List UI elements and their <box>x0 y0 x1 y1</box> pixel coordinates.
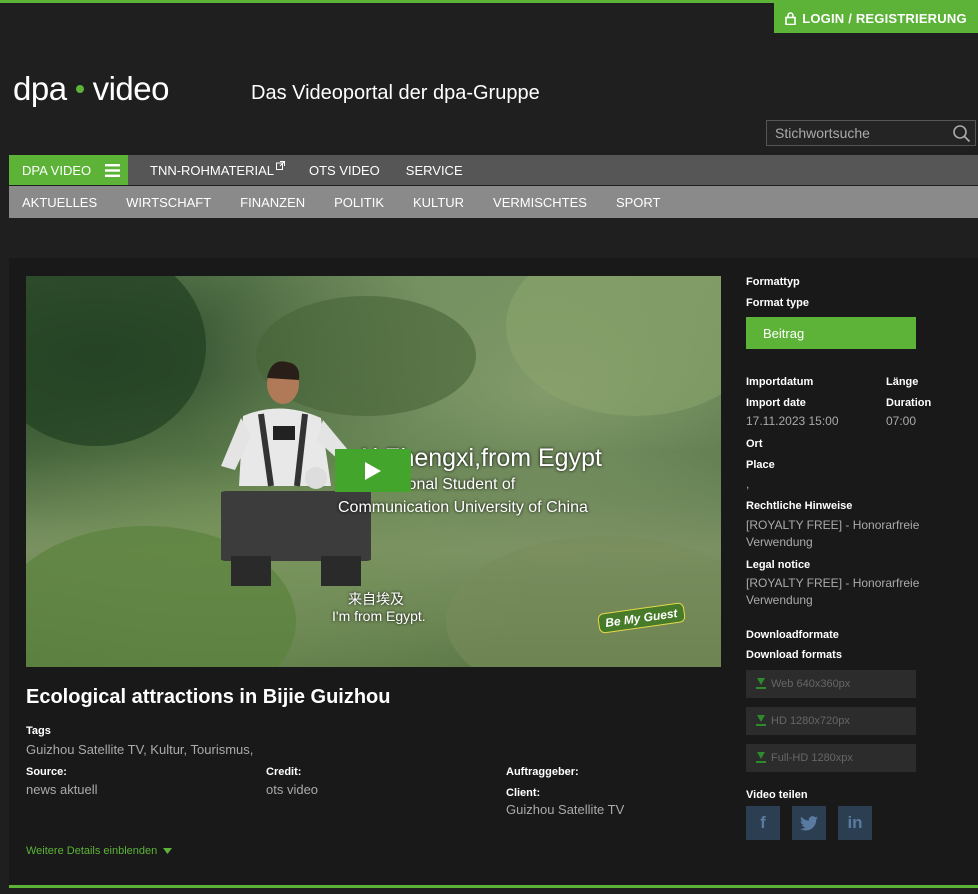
search-icon[interactable] <box>952 124 971 143</box>
play-button[interactable] <box>335 449 411 492</box>
nav-service[interactable]: SERVICE <box>406 163 463 178</box>
download-hd-button[interactable]: HD 1280x720px <box>746 707 916 735</box>
share-facebook-button[interactable]: f <box>746 806 780 840</box>
legal-notice-label-de: Rechtliche Hinweise <box>746 500 853 512</box>
nav-tnn-rohmaterial[interactable]: TNN-ROHMATERIAL <box>150 160 285 178</box>
share-twitter-button[interactable] <box>792 806 826 840</box>
logo-text-video: video <box>92 70 170 107</box>
nav-kultur[interactable]: KULTUR <box>413 195 464 210</box>
secondary-nav: AKTUELLES WIRTSCHAFT FINANZEN POLITIK KU… <box>9 186 978 218</box>
foliage <box>446 536 721 667</box>
download-fullhd-button[interactable]: Full-HD 1280xpx <box>746 744 916 772</box>
more-details-label: Weitere Details einblenden <box>26 845 158 857</box>
external-link-icon <box>275 160 285 170</box>
nav-tnn-label: TNN-ROHMATERIAL <box>150 162 274 178</box>
import-date-value: 17.11.2023 15:00 <box>746 414 839 428</box>
auftraggeber-label: Auftraggeber: <box>506 766 579 778</box>
duration-value: 07:00 <box>886 414 917 428</box>
foliage <box>506 276 721 416</box>
foliage <box>26 276 206 446</box>
download-web-button[interactable]: Web 640x360px <box>746 670 916 698</box>
download-web-label: Web 640x360px <box>771 678 851 690</box>
lock-icon <box>785 11 797 25</box>
nav-politik[interactable]: POLITIK <box>334 195 384 210</box>
format-type-label-de: Formattyp <box>746 276 800 288</box>
site-tagline: Das Videoportal der dpa-Gruppe <box>251 82 540 104</box>
login-label: LOGIN / REGISTRIERUNG <box>802 10 967 26</box>
twitter-icon <box>800 815 818 831</box>
logo-text-dpa: dpa <box>13 70 67 107</box>
download-icon <box>756 678 766 689</box>
bottom-accent-line <box>9 885 978 888</box>
dpa-video-logo[interactable]: dpa video <box>13 70 169 108</box>
credit-value: ots video <box>266 782 319 797</box>
place-value: , <box>746 477 750 491</box>
primary-nav: DPA VIDEO TNN-ROHMATERIAL OTS VIDEO SERV… <box>9 155 978 185</box>
download-icon <box>756 752 766 763</box>
legal-notice-label-en: Legal notice <box>746 559 811 571</box>
import-date-label-de: Importdatum <box>746 376 814 388</box>
nav-aktuelles[interactable]: AKTUELLES <box>22 195 97 210</box>
video-title: Ecological attractions in Bijie Guizhou <box>26 686 391 708</box>
nav-ots-label: OTS VIDEO <box>308 162 380 178</box>
search-box <box>766 120 976 146</box>
duration-label-en: Duration <box>886 397 932 409</box>
legal-notice-value-en: [ROYALTY FREE] - Honorarfreie Verwendung <box>746 576 920 607</box>
video-subtitle-chinese: 来自埃及 <box>348 591 404 607</box>
legal-notice-value-de: [ROYALTY FREE] - Honorarfreie Verwendung <box>746 518 920 549</box>
credit-label: Credit: <box>266 766 302 778</box>
nav-finanzen[interactable]: FINANZEN <box>240 195 305 210</box>
download-hd-label: HD 1280x720px <box>771 715 850 727</box>
nav-dpa-video[interactable]: DPA VIDEO <box>9 155 128 185</box>
download-fullhd-label: Full-HD 1280xpx <box>771 752 853 764</box>
place-label-en: Place <box>746 459 775 471</box>
hamburger-menu-icon[interactable] <box>105 163 121 177</box>
share-linkedin-button[interactable]: in <box>838 806 872 840</box>
nav-sport[interactable]: SPORT <box>616 195 661 210</box>
duration-label-de: Länge <box>886 376 919 388</box>
share-label: Video teilen <box>746 789 808 801</box>
source-value: news aktuell <box>26 782 98 797</box>
download-icon <box>756 715 766 726</box>
facebook-icon: f <box>760 813 766 832</box>
download-formats-label-en: Download formats <box>746 649 842 661</box>
import-date-label-en: Import date <box>746 397 806 409</box>
nav-dpa-video-label: DPA VIDEO <box>22 162 92 178</box>
client-value: Guizhou Satellite TV <box>506 802 625 817</box>
nav-ots-video[interactable]: OTS VIDEO <box>309 163 380 178</box>
tags-value: Guizhou Satellite TV, Kultur, Tourismus, <box>26 742 254 757</box>
client-label: Client: <box>506 787 541 799</box>
logo-dot <box>75 85 84 93</box>
search-input[interactable] <box>767 124 947 142</box>
format-type-badge: Beitrag <box>746 317 916 349</box>
nav-service-label: SERVICE <box>405 162 463 178</box>
video-caption-role: ional Student of <box>404 476 516 493</box>
caret-down-icon <box>163 848 173 854</box>
main-content: Ai Zhengxi,from Egypt ional Student of C… <box>9 258 978 885</box>
linkedin-icon: in <box>847 813 863 832</box>
video-player[interactable]: Ai Zhengxi,from Egypt ional Student of C… <box>26 276 721 667</box>
nav-vermischtes[interactable]: VERMISCHTES <box>493 195 587 210</box>
video-caption-university: Communication University of China <box>338 499 588 516</box>
place-label-de: Ort <box>746 438 763 450</box>
play-icon <box>365 461 381 480</box>
more-details-link[interactable]: Weitere Details einblenden <box>26 845 173 857</box>
tags-label: Tags <box>26 725 51 737</box>
login-button[interactable]: LOGIN / REGISTRIERUNG <box>774 3 978 33</box>
download-formats-label-de: Downloadformate <box>746 629 839 641</box>
video-subtitle-english: I'm from Egypt. <box>332 608 426 624</box>
source-label: Source: <box>26 766 67 778</box>
format-type-label-en: Format type <box>746 297 809 309</box>
nav-wirtschaft[interactable]: WIRTSCHAFT <box>126 195 211 210</box>
